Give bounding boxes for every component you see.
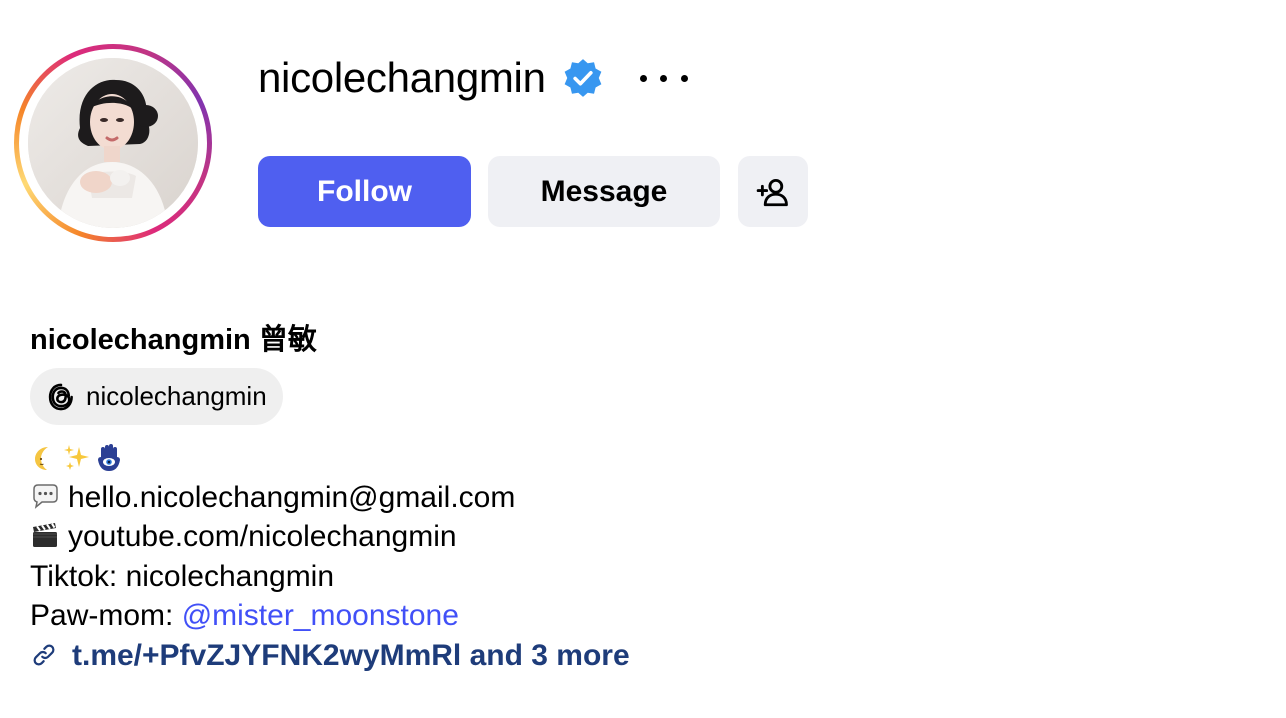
- threads-handle: nicolechangmin: [86, 381, 267, 411]
- paw-mom-line: Paw-mom: @mister_moonstone: [30, 596, 630, 636]
- bio: hello.nicolechangmin@gmail.com youtube.c…: [30, 438, 630, 675]
- youtube-text: youtube.com/nicolechangmin: [68, 520, 457, 553]
- verified-badge-icon: [562, 57, 604, 99]
- message-button[interactable]: Message: [488, 156, 720, 227]
- youtube-line: youtube.com/nicolechangmin: [30, 517, 630, 557]
- suggested-users-button[interactable]: [738, 156, 808, 227]
- email-text: hello.nicolechangmin@gmail.com: [68, 480, 516, 514]
- email-line: hello.nicolechangmin@gmail.com: [30, 478, 630, 518]
- crescent-moon-emoji: [35, 446, 48, 470]
- follow-button[interactable]: Follow: [258, 156, 471, 227]
- full-name: nicolechangmin 曾敏: [30, 324, 317, 356]
- username: nicolechangmin: [258, 54, 546, 101]
- more-options-icon[interactable]: [639, 68, 688, 88]
- external-link[interactable]: t.me/+PfvZJYFNK2wyMmRl and 3 more: [30, 636, 630, 676]
- profile-page: nicolechangmin Follow Message nicolechan…: [0, 0, 1286, 718]
- sparkles-emoji: [64, 444, 89, 470]
- clapper-board-emoji: [33, 523, 57, 547]
- mention-link[interactable]: @mister_moonstone: [182, 599, 459, 632]
- dot: [639, 74, 647, 82]
- paw-mom-label: Paw-mom:: [30, 599, 182, 632]
- link-icon: [33, 644, 55, 666]
- threads-icon: [48, 383, 73, 410]
- speech-balloon-emoji: [33, 483, 58, 509]
- emoji-line: [30, 438, 630, 478]
- add-user-icon: [756, 178, 788, 206]
- tiktok-line: Tiktok: nicolechangmin: [30, 559, 335, 593]
- hamsa-emoji: [98, 443, 120, 471]
- story-ring[interactable]: [14, 44, 212, 242]
- link-text: t.me/+PfvZJYFNK2wyMmRl and 3 more: [72, 638, 630, 672]
- threads-badge[interactable]: nicolechangmin: [30, 368, 283, 425]
- dot: [660, 74, 668, 82]
- username-row: nicolechangmin: [258, 52, 688, 104]
- avatar[interactable]: [28, 58, 198, 228]
- dot: [680, 74, 688, 82]
- profile-photo: [28, 58, 198, 228]
